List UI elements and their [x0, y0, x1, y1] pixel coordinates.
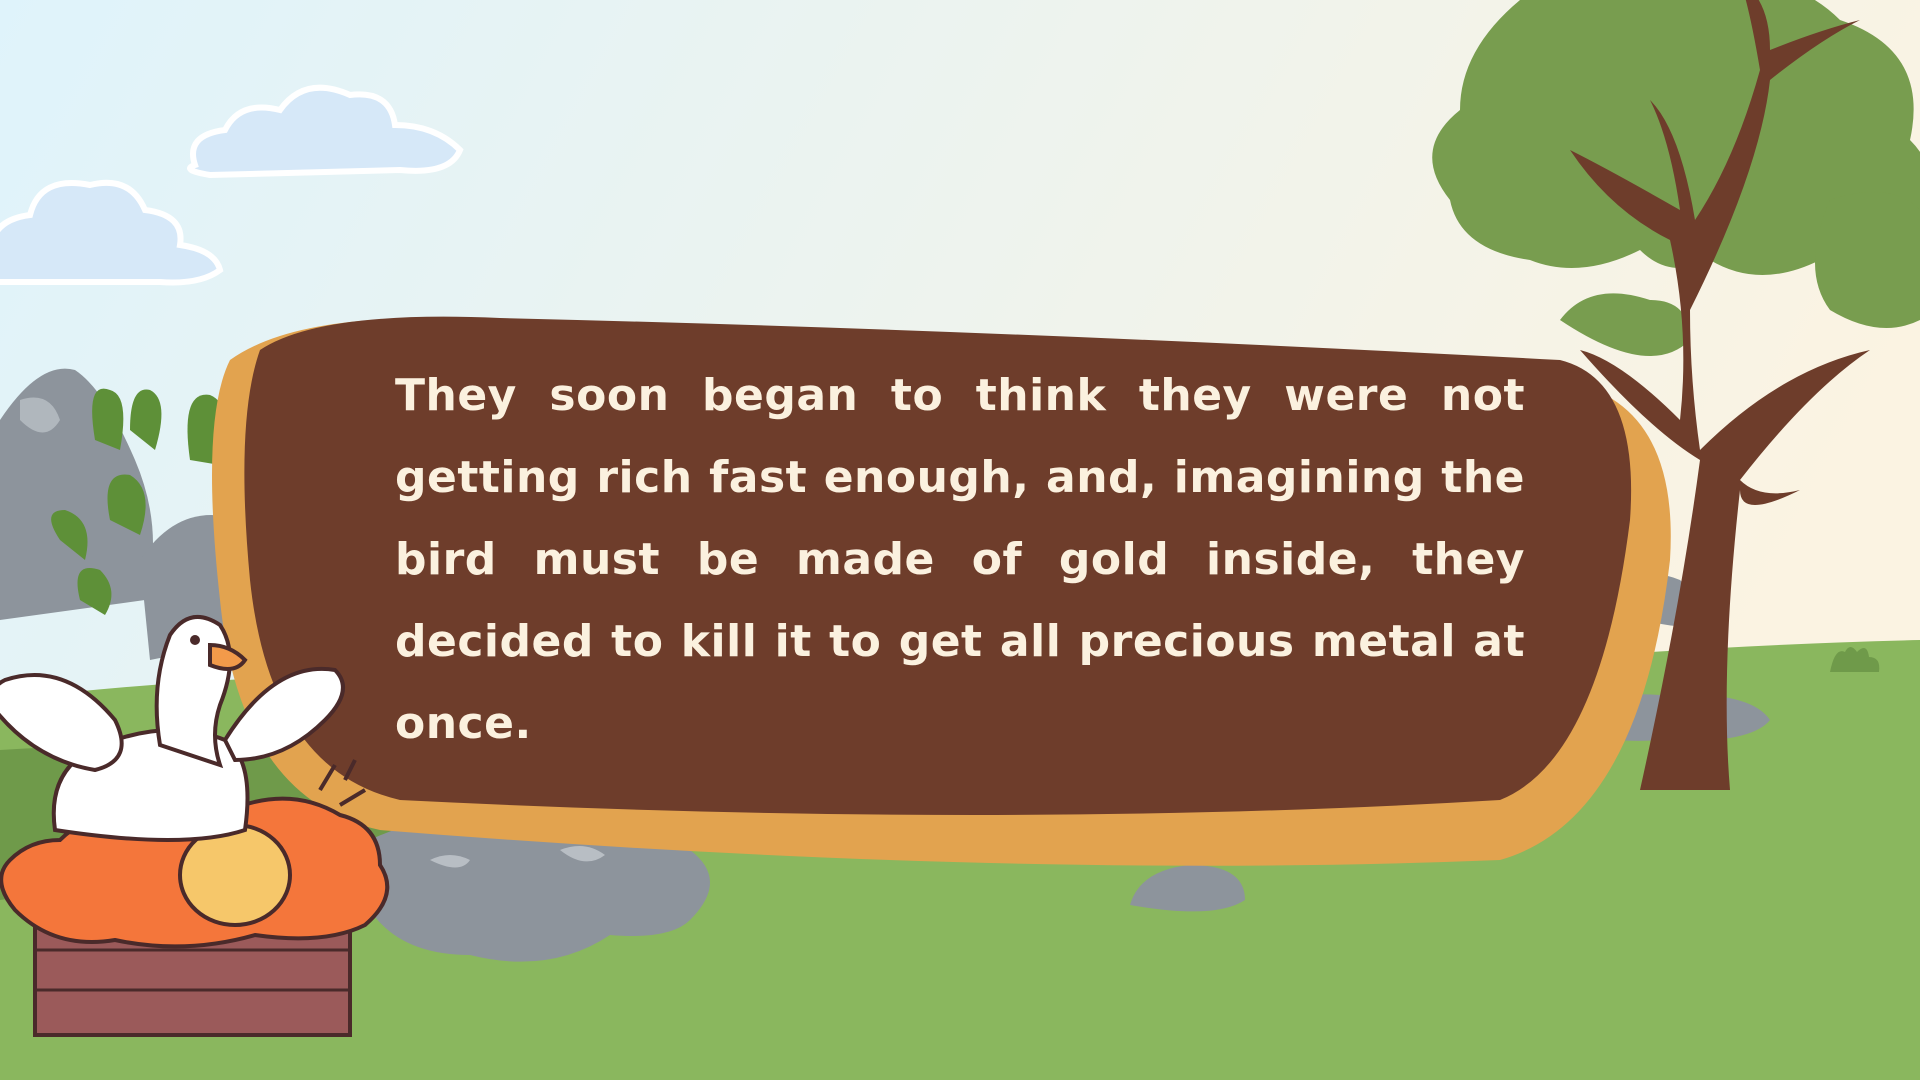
story-text: They soon began to think they were not g… — [395, 370, 1525, 749]
